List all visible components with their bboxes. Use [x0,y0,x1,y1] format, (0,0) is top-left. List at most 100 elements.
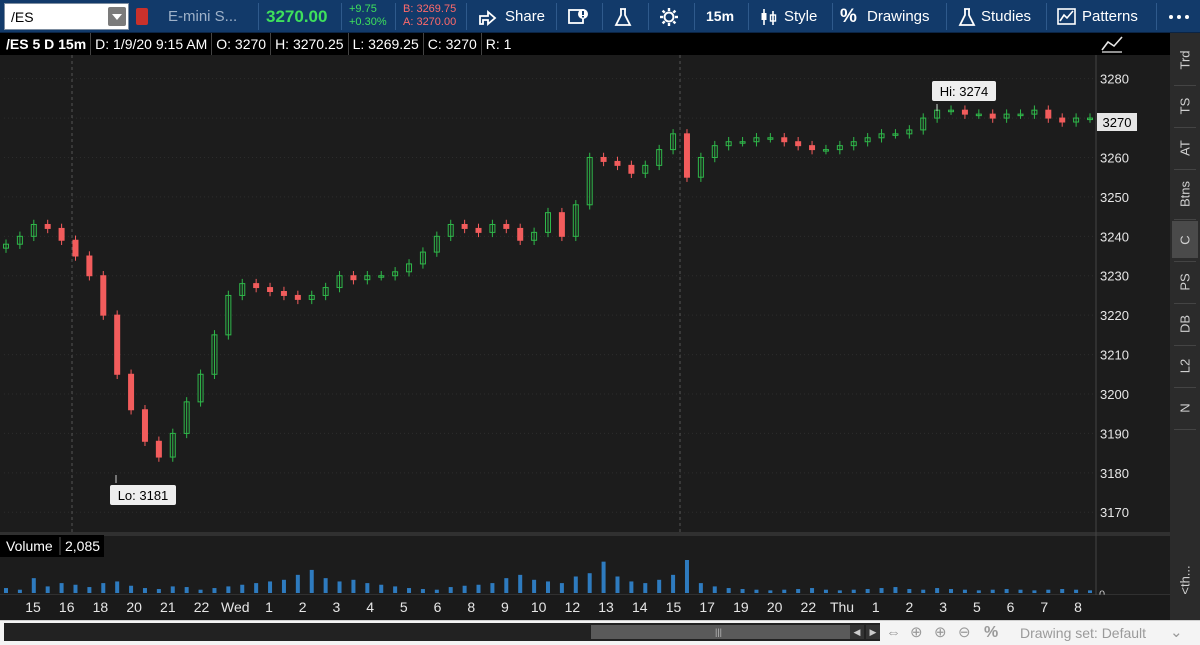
lab-button[interactable] [612,3,638,30]
x-tick-label: 3 [332,599,340,615]
volume-bar [156,589,161,593]
chart-area[interactable]: 3280327032603250324032303220321032003190… [0,55,1170,615]
percent-change: +0.30% [349,16,387,28]
top-toolbar: /ES E-mini S... 3270.00 +9.75 +0.30% B: … [0,0,1200,33]
horizontal-scrollbar[interactable]: ||| ◀ ▶ [4,623,880,641]
candle-style-icon [761,9,777,25]
volume-bar [142,588,147,593]
drawings-button[interactable]: % Drawings [840,3,940,30]
symbol-text: /ES [11,9,34,25]
volume-bar [1060,589,1065,593]
link-group-icon[interactable] [136,8,148,25]
sidebar-tab-label: PS [1177,272,1193,291]
candle-body [44,223,51,229]
sidebar-tab-l2[interactable]: L2 [1172,347,1198,384]
more-button[interactable] [1166,3,1194,30]
sidebar-tab-c[interactable]: C [1172,221,1198,258]
bar-high: H: 3270.25 [271,33,349,55]
x-tick-label: Wed [221,599,250,615]
volume-bar [87,587,92,593]
pan-icon[interactable]: ⇔ [886,624,901,642]
volume-bar [601,561,606,593]
sidebar-tab-db[interactable]: DB [1172,305,1198,342]
volume-bar [698,583,703,593]
x-tick-label: 6 [1007,599,1015,615]
scroll-right-button[interactable]: ▶ [866,625,880,639]
low-annotation-text: Lo: 3181 [118,488,169,503]
volume-bar [420,589,425,593]
volume-bar [629,581,634,593]
share-button[interactable]: Share [476,3,556,30]
percent-icon[interactable]: % [984,624,998,642]
candle-body [155,440,162,458]
volume-bar [240,584,245,593]
volume-bar [976,590,981,593]
sidebar-tab-ts[interactable]: TS [1172,87,1198,124]
alert-button[interactable] [566,3,596,30]
price-axis: 3280 3270 3260 3250 3240 3230 3220 3210 3200 3190… [1100,72,1129,521]
x-tick-label: 18 [93,599,109,615]
sidebar-tab-n[interactable]: N [1172,389,1198,426]
sidebar-collapse-tab[interactable]: <th... [1172,561,1198,598]
volume-bar [31,578,36,593]
volume-bar [684,560,689,593]
style-button[interactable]: Style [758,3,828,30]
sidebar-tab-trd[interactable]: Trd [1172,41,1198,78]
studies-button[interactable]: Studies [956,3,1046,30]
high-annotation-text: Hi: 3274 [940,84,988,99]
zoom-out-icon[interactable]: ⊖ [958,624,971,642]
gear-icon [660,8,678,26]
chevron-down-icon[interactable]: ⌄ [1170,624,1183,642]
scrollbar-thumb[interactable]: ||| [591,625,851,639]
candle-body [503,223,510,229]
volume-bar [268,581,273,593]
y-tick-label: 3180 [1100,466,1129,481]
candle-body [141,409,148,442]
candle-body [1045,109,1052,119]
net-change: +9.75 [349,3,377,15]
volume-bar [810,588,815,593]
volume-bar [671,574,676,593]
zoom-in-icon[interactable]: ⊕ [934,624,947,642]
x-tick-label: 1 [872,599,880,615]
y-tick-label: 3200 [1100,387,1129,402]
symbol-input[interactable]: /ES [4,3,129,30]
volume-bar [73,584,78,593]
candle-body [100,275,107,316]
y-tick-label: 3190 [1100,426,1129,441]
candle-body [350,275,357,281]
settings-button[interactable] [658,3,684,30]
volume-bar [643,583,648,593]
volume-bar [796,589,801,593]
sidebar-tab-ps[interactable]: PS [1172,263,1198,300]
volume-bar [712,586,717,593]
candle-body [86,255,93,277]
price-change: +9.75 +0.30% [349,3,387,30]
y-tick-label: 3220 [1100,308,1129,323]
crosshair-icon[interactable]: ⊕ [910,624,923,642]
candle-body [628,164,635,174]
volume-bar [935,588,940,593]
candle-body [253,283,260,289]
patterns-button[interactable]: Patterns [1056,3,1152,30]
volume-bar [129,585,134,593]
price-chart[interactable]: 3280 3270 3260 3250 3240 3230 3220 3210 3200 3190… [0,55,1170,601]
symbol-dropdown-icon[interactable] [108,7,126,26]
volume-bar [504,578,509,593]
volume-bar [448,587,453,593]
scroll-left-button[interactable]: ◀ [850,625,864,639]
timeframe-button[interactable]: 15m [706,3,744,30]
volume-bar [1074,589,1079,593]
sidebar-tab-btns[interactable]: Btns [1172,175,1198,212]
candle-body [461,223,468,229]
volume-bar [101,583,106,593]
sidebar-tab-label: AT [1177,139,1193,156]
drawing-set-label[interactable]: Drawing set: Default [1020,624,1146,642]
x-tick-label: 22 [194,599,210,615]
chart-style-icon[interactable] [1100,34,1124,54]
candle-body [781,137,788,143]
volume-bar [59,583,64,593]
volume-bar [865,589,870,593]
sidebar-tab-at[interactable]: AT [1172,129,1198,166]
sidebar-tab-label: DB [1177,314,1193,333]
